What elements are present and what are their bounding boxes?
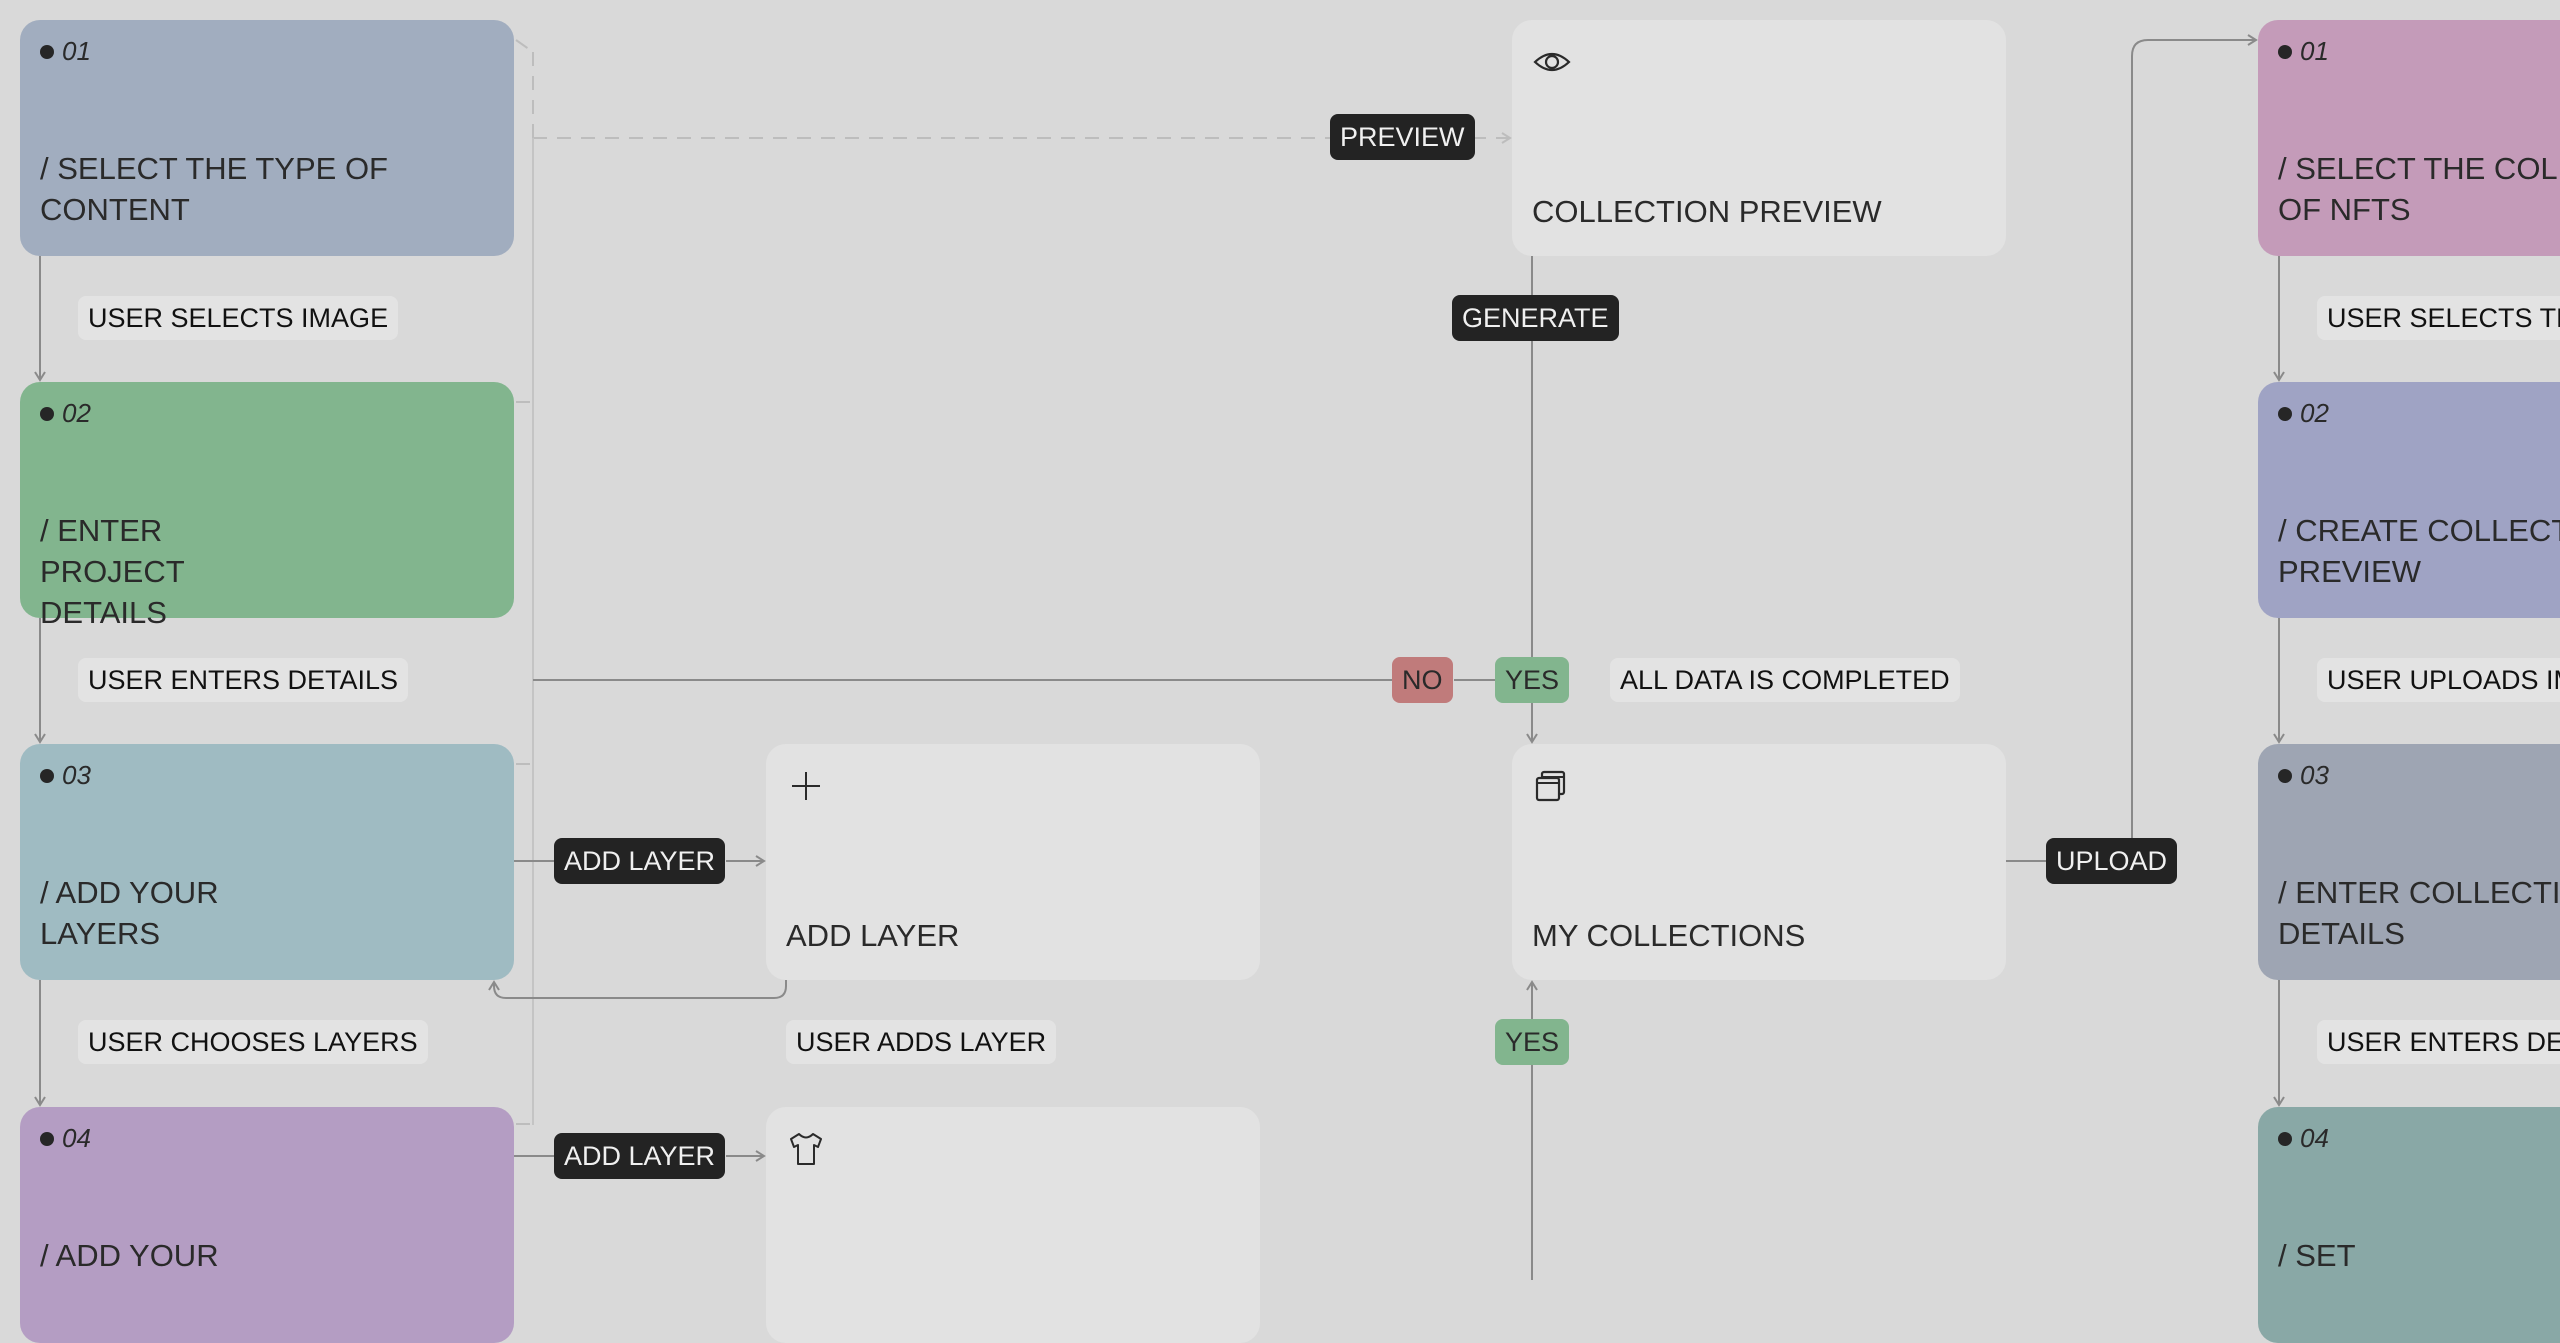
right-step-card-4[interactable]: 04 / SET [2258,1107,2560,1343]
no-badge: NO [1392,657,1453,703]
screen-label: ADD LAYER [786,918,960,953]
transition-label: USER SELECTS IMAGE [78,296,399,340]
bullet-dot-icon [40,406,54,421]
step-title: / ENTER COLLECTION DETAILS [2278,875,2560,951]
bullet-dot-icon [2278,406,2292,421]
right-step-card-1[interactable]: 01 / SELECT THE COLLECTION OF NFTS [2258,20,2560,256]
step-number: 03 [2278,760,2329,791]
transition-label: USER CHOOSES LAYERS [78,1020,428,1064]
bullet-dot-icon [40,768,54,783]
transition-label: USER UPLOADS IMAGES [2317,658,2560,702]
transition-label: USER ENTERS DETAILS [78,658,409,702]
left-step-card-2[interactable]: 02 / ENTER PROJECT DETAILS [20,382,514,630]
yes-badge: YES [1495,657,1570,703]
bullet-dot-icon [40,1131,54,1146]
left-step-card-1[interactable]: 01 / SELECT THE TYPE OF CONTENT [20,20,514,256]
upload-action-button[interactable]: UPLOAD [2046,838,2178,884]
layer-item-card[interactable] [766,1107,1260,1343]
preview-action-button[interactable]: PREVIEW [1330,114,1475,160]
step-title: / SET [2278,1238,2356,1273]
step-title: / SELECT THE COLLECTION OF NFTS [2278,151,2560,227]
step-number: 02 [40,398,91,429]
bullet-dot-icon [40,44,54,59]
step-number: 01 [2278,36,2329,67]
add-layer-action-button[interactable]: ADD LAYER [554,1133,726,1179]
screen-label: MY COLLECTIONS [1532,918,1806,953]
my-collections-card[interactable]: MY COLLECTIONS [1512,744,2006,980]
step-number: 03 [40,760,91,791]
yes-badge: YES [1495,1019,1570,1065]
plus-icon [792,772,820,800]
step-number: 01 [40,36,91,67]
step-title: / ADD YOUR LAYERS [40,875,219,951]
left-step-card-3[interactable]: 03 / ADD YOUR LAYERS [20,744,514,980]
step-number: 04 [2278,1123,2329,1154]
bullet-dot-icon [2278,768,2292,783]
screen-label: COLLECTION PREVIEW [1532,194,1882,229]
step-title: / SELECT THE TYPE OF CONTENT [40,151,388,227]
step-number: 02 [2278,398,2329,429]
left-step-card-4[interactable]: 04 / ADD YOUR [20,1107,514,1343]
collection-preview-card[interactable]: COLLECTION PREVIEW [1512,20,2006,256]
bullet-dot-icon [2278,1131,2292,1146]
transition-label: USER SELECTS THE [2317,296,2560,340]
add-layer-action-button[interactable]: ADD LAYER [554,838,726,884]
condition-label: ALL DATA IS COMPLETED [1610,658,1960,702]
transition-label: USER ENTERS DETAILS [2317,1020,2560,1064]
right-step-card-3[interactable]: 03 / ENTER COLLECTION DETAILS [2258,744,2560,980]
tshirt-icon [790,1133,822,1165]
generate-action-button[interactable]: GENERATE [1452,295,1619,341]
eye-icon [1533,52,1571,72]
stacked-windows-icon [1535,770,1566,802]
add-layer-card[interactable]: ADD LAYER [766,744,1260,980]
step-title: / ADD YOUR [40,1238,219,1273]
transition-label: USER ADDS LAYER [786,1020,1057,1064]
step-title: / ENTER PROJECT DETAILS [40,513,185,630]
step-title: / CREATE COLLECTION PREVIEW [2278,513,2560,589]
right-step-card-2[interactable]: 02 / CREATE COLLECTION PREVIEW [2258,382,2560,618]
step-number: 04 [40,1123,91,1154]
bullet-dot-icon [2278,44,2292,59]
